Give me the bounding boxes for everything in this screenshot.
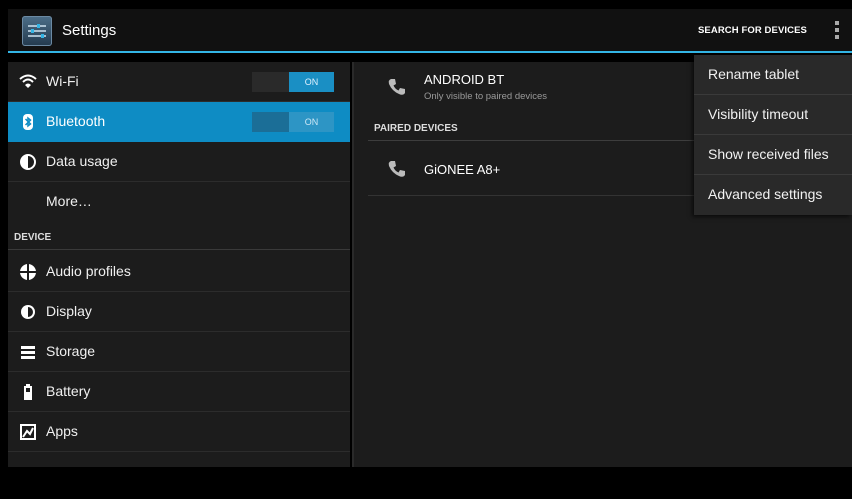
- bluetooth-icon: [18, 112, 38, 132]
- screen: Settings SEARCH FOR DEVICES Wi-Fi ON Blu…: [0, 0, 852, 499]
- settings-list: Wi-Fi ON Bluetooth ON Data usage More… D…: [8, 62, 350, 467]
- page-title: Settings: [62, 22, 117, 39]
- search-for-devices-button[interactable]: SEARCH FOR DEVICES: [698, 25, 807, 36]
- data-usage-icon: [18, 152, 38, 172]
- sidebar-item-apps[interactable]: Apps: [8, 412, 350, 452]
- sidebar-item-bluetooth[interactable]: Bluetooth ON: [8, 102, 350, 142]
- apps-icon: [18, 422, 38, 442]
- audio-profiles-icon: [18, 262, 38, 282]
- settings-app-icon[interactable]: [22, 16, 52, 46]
- sidebar-item-label: Data usage: [46, 153, 118, 169]
- sidebar-item-label: Storage: [46, 343, 96, 359]
- sidebar-item-display[interactable]: Display: [8, 292, 350, 332]
- toggle-state: ON: [289, 112, 334, 132]
- toggle-state: ON: [289, 72, 334, 92]
- device-visibility: Only visible to paired devices: [424, 91, 548, 102]
- sidebar-item-label: Display: [46, 303, 92, 319]
- menu-item-label: Rename tablet: [708, 66, 800, 82]
- sidebar-item-label: More…: [46, 193, 92, 209]
- section-title: PAIRED DEVICES: [374, 123, 458, 134]
- wifi-icon: [18, 72, 38, 92]
- menu-item-label: Show received files: [708, 146, 829, 162]
- battery-icon: [18, 382, 38, 402]
- paired-devices-header: PAIRED DEVICES: [368, 120, 698, 141]
- section-header-device: DEVICE: [8, 226, 350, 250]
- menu-item-label: Advanced settings: [708, 186, 823, 202]
- overflow-menu: Rename tablet Visibility timeout Show re…: [694, 55, 852, 215]
- sidebar-item-wifi[interactable]: Wi-Fi ON: [8, 62, 350, 102]
- wifi-toggle[interactable]: ON: [252, 72, 334, 92]
- sidebar-item-label: Apps: [46, 423, 78, 439]
- action-bar: Settings SEARCH FOR DEVICES: [8, 9, 852, 53]
- sidebar-item-label: Bluetooth: [46, 113, 106, 129]
- menu-item-advanced-settings[interactable]: Advanced settings: [694, 175, 852, 215]
- sidebar-item-label: Battery: [46, 383, 91, 399]
- paired-device-item[interactable]: GiONEE A8+: [368, 146, 698, 194]
- menu-item-visibility-timeout[interactable]: Visibility timeout: [694, 95, 852, 135]
- menu-item-show-received-files[interactable]: Show received files: [694, 135, 852, 175]
- paired-device-name: GiONEE A8+: [424, 162, 501, 177]
- bluetooth-toggle[interactable]: ON: [252, 112, 334, 132]
- display-icon: [18, 302, 38, 322]
- phone-icon: [386, 76, 408, 98]
- overflow-menu-icon[interactable]: [834, 21, 840, 41]
- sidebar-item-storage[interactable]: Storage: [8, 332, 350, 372]
- menu-item-rename-tablet[interactable]: Rename tablet: [694, 55, 852, 95]
- divider: [368, 195, 698, 196]
- device-name: ANDROID BT: [424, 72, 505, 87]
- sidebar-item-label: Audio profiles: [46, 263, 131, 279]
- section-title: DEVICE: [14, 232, 52, 243]
- menu-item-label: Visibility timeout: [708, 106, 809, 122]
- sidebar-item-label: Wi-Fi: [46, 73, 79, 89]
- phone-icon: [386, 158, 408, 180]
- sidebar-item-data-usage[interactable]: Data usage: [8, 142, 350, 182]
- system-bar: [0, 467, 852, 499]
- sidebar-item-more[interactable]: More…: [8, 182, 350, 222]
- sidebar-item-battery[interactable]: Battery: [8, 372, 350, 412]
- this-device-item[interactable]: ANDROID BT Only visible to paired device…: [368, 62, 698, 114]
- storage-icon: [18, 342, 38, 362]
- sidebar-item-audio-profiles[interactable]: Audio profiles: [8, 252, 350, 292]
